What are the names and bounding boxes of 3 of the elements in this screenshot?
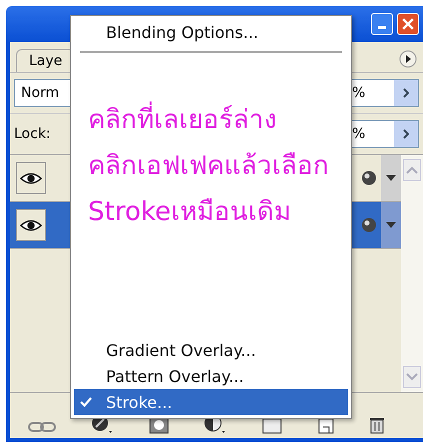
handwritten-note: คลิกเอฟเฟคแล้วเลือก <box>88 150 330 183</box>
lock-label: Lock: <box>14 126 51 142</box>
handwritten-note: Strokeเหมือนเดิม <box>88 196 292 229</box>
